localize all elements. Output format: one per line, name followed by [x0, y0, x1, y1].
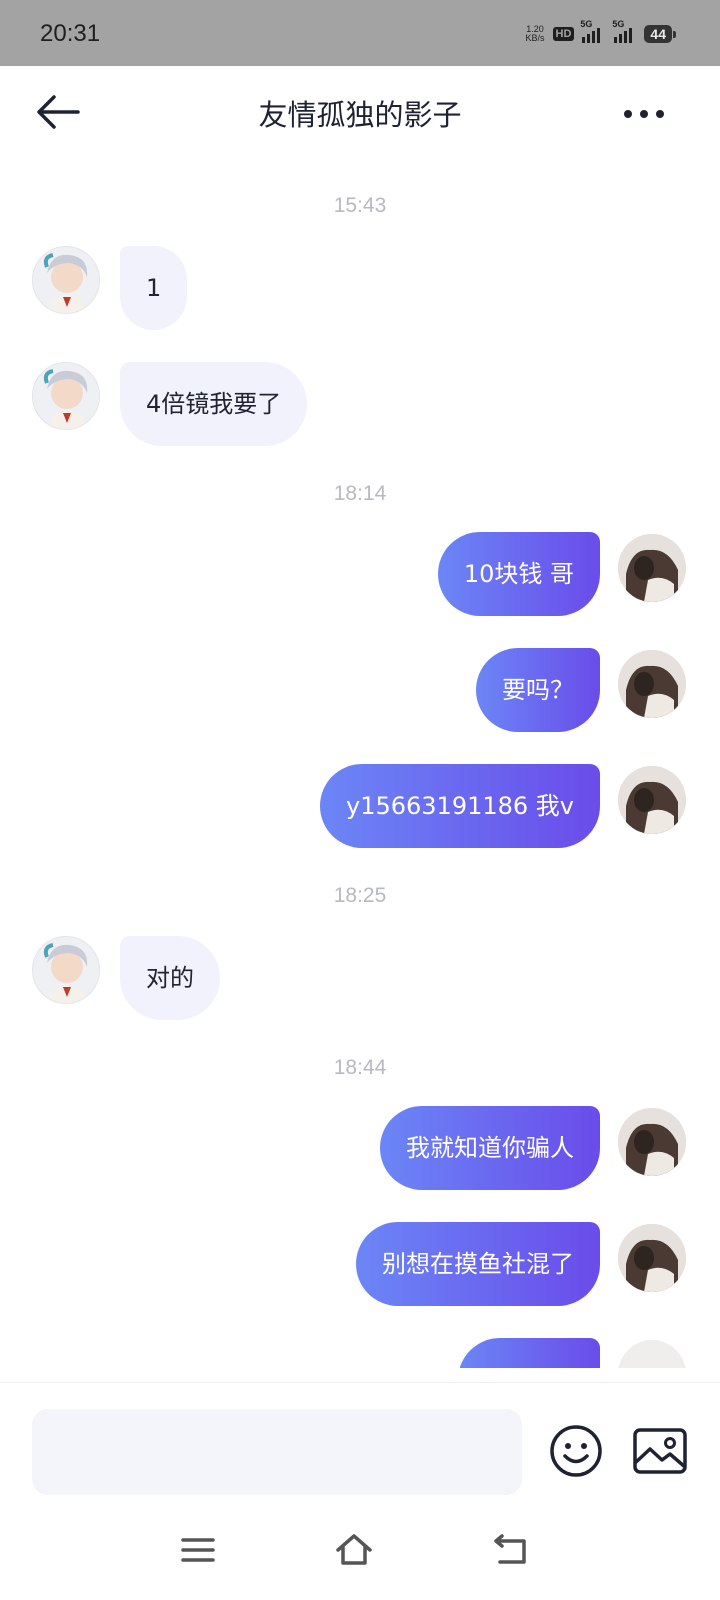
status-time: 20:31 [40, 20, 101, 47]
battery-icon: 44 [644, 25, 676, 43]
emoji-button[interactable] [548, 1423, 604, 1479]
contact-avatar[interactable] [32, 362, 100, 430]
message-input-bar [0, 1382, 720, 1502]
back-icon [494, 1534, 526, 1564]
message-bubble-incoming[interactable]: 4倍镜我要了 [120, 362, 308, 446]
message-timestamp: 18:44 [333, 1056, 387, 1079]
message-input[interactable] [32, 1409, 522, 1495]
user-avatar[interactable] [618, 1340, 686, 1368]
message-bubble-incoming[interactable]: 对的 [120, 936, 220, 1020]
message-bubble-outgoing[interactable]: 10块钱 哥 [437, 532, 600, 616]
message-bubble-outgoing[interactable]: 我就知道你骗人 [380, 1106, 600, 1190]
message-timestamp: 18:14 [333, 482, 387, 505]
menu-button[interactable] [178, 1530, 218, 1570]
chat-messages[interactable]: 15:43 1 4倍镜我要了 18:14 10块钱 哥 要吗？ y1566319… [0, 158, 720, 1368]
signal-sim2-label: 5G [612, 19, 625, 29]
user-avatar[interactable] [618, 1224, 686, 1292]
network-speed-unit: KB/s [525, 33, 545, 43]
home-button[interactable] [334, 1530, 374, 1570]
message-bubble-outgoing[interactable]: y15663191186 我v [320, 764, 600, 848]
message-timestamp: 18:25 [333, 884, 387, 907]
message-timestamp: 15:43 [333, 194, 387, 217]
signal-sim1-label: 5G [580, 19, 593, 29]
network-speed: 1.20 KB/s [526, 25, 545, 43]
chat-title: 友情孤独的影子 [258, 98, 462, 132]
back-nav-button[interactable] [492, 1530, 532, 1570]
more-horizontal-icon [624, 110, 632, 118]
status-icons: 1.20 KB/s HD 5G 5G 44 [526, 19, 676, 46]
chat-header: 友情孤独的影子 [0, 66, 720, 158]
home-icon [336, 1534, 372, 1565]
user-avatar[interactable] [618, 650, 686, 718]
signal-sim2-icon: 5G [612, 19, 633, 43]
hd-voice-icon: HD [552, 27, 575, 41]
message-bubble-outgoing[interactable]: 别想在摸鱼社混了 [356, 1222, 600, 1306]
menu-icon [181, 1538, 215, 1562]
contact-avatar[interactable] [32, 246, 100, 314]
smiley-face-icon [550, 1425, 602, 1477]
image-icon [633, 1428, 687, 1474]
more-options-button[interactable] [624, 110, 664, 118]
message-bubble-outgoing[interactable]: 要吗？ [476, 648, 600, 732]
user-avatar[interactable] [618, 1108, 686, 1176]
message-bubble-outgoing-partial[interactable] [458, 1338, 600, 1368]
user-avatar[interactable] [618, 534, 686, 602]
signal-sim1-icon: 5G [580, 19, 601, 43]
system-navigation-bar [0, 1502, 720, 1600]
status-bar: 20:31 1.20 KB/s HD 5G 5G 44 [0, 0, 720, 66]
user-avatar[interactable] [618, 766, 686, 834]
image-button[interactable] [632, 1427, 688, 1475]
message-bubble-incoming[interactable]: 1 [120, 246, 188, 330]
contact-avatar[interactable] [32, 936, 100, 1004]
